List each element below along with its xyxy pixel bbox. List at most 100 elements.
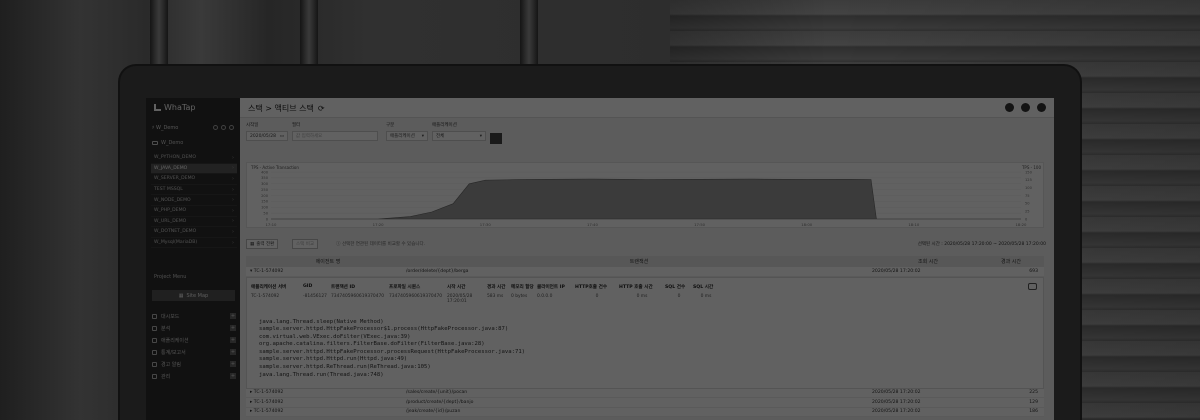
url-cell: /jeak/create/{id}/puzan bbox=[406, 409, 461, 415]
date-input[interactable]: 2020/05/28 ▭ bbox=[246, 131, 288, 141]
chevron-right-icon: › bbox=[232, 207, 234, 214]
x-tick-label: 17:10 bbox=[266, 222, 278, 227]
chevron-right-icon: › bbox=[232, 186, 234, 193]
date-label: 시작일 bbox=[246, 123, 259, 128]
y-tick-label: 250 bbox=[261, 188, 269, 192]
compare-label: 스택 비교 bbox=[296, 242, 314, 247]
y-tick-label: 0 bbox=[266, 217, 269, 221]
tps-chart[interactable]: TPS - Active Transaction TPS - 100 400 35… bbox=[246, 162, 1044, 228]
time-filter: 필터 값 입력하세요 bbox=[292, 122, 378, 141]
compare-button[interactable]: 스택 비교 bbox=[292, 239, 318, 249]
menu-item-statistics[interactable]: 통계/보고서 + bbox=[152, 346, 236, 358]
y2-tick-label: 150 bbox=[1025, 170, 1033, 174]
app-item[interactable]: W_NODE_DEMO › bbox=[151, 195, 237, 206]
menu-item-analysis[interactable]: 분석 + bbox=[152, 322, 236, 334]
analysis-icon bbox=[152, 325, 157, 331]
url-cell: /order/delete/{dept}/berga bbox=[406, 268, 469, 274]
curtain-fold bbox=[300, 0, 318, 70]
alert-icon bbox=[152, 361, 157, 367]
detail-value: 2020/05/28 17:20:01 bbox=[447, 293, 473, 304]
brand-name: WhaTap bbox=[164, 103, 196, 112]
table-row[interactable]: ▸ TC-1-574092 /jeak/create/{id}/puzan 20… bbox=[246, 407, 1044, 417]
app-filter-label: 애플리케이션 bbox=[432, 123, 457, 128]
expand-icon[interactable]: + bbox=[230, 361, 236, 367]
settings-icon[interactable] bbox=[229, 125, 234, 130]
type-filter: 구분 애플리케이션 ▾ bbox=[386, 122, 428, 141]
filter-bar: 시작일 2020/05/28 ▭ 필터 값 입력하세요 구분 애플리케이션 ▾ 애플… bbox=[246, 122, 1046, 148]
application-icon bbox=[152, 337, 157, 343]
app-item[interactable]: W_PHP_DEMO › bbox=[151, 206, 237, 217]
detail-header: HTTP 호출 시간 bbox=[619, 284, 653, 290]
refresh-icon[interactable]: ⟳ bbox=[318, 104, 325, 113]
time-placeholder: 값 입력하세요 bbox=[296, 134, 323, 139]
menu-item-management[interactable]: 관리 + bbox=[152, 370, 236, 382]
stack-trace: java.lang.Thread.sleep(Native Method) sam… bbox=[259, 319, 525, 380]
expand-icon[interactable]: + bbox=[230, 325, 236, 331]
type-value: 애플리케이션 bbox=[390, 134, 415, 139]
bell-icon[interactable] bbox=[1005, 103, 1014, 112]
logo[interactable]: WhaTap bbox=[154, 103, 195, 112]
app-item[interactable]: W_Mysql(MariaDB) › bbox=[151, 238, 237, 249]
y2-tick-label: 75 bbox=[1025, 194, 1030, 198]
column-header[interactable]: 트랜잭션 bbox=[406, 258, 872, 265]
stack-line: com.virtual.web.VExec.doFilter(VExec.jav… bbox=[259, 333, 411, 340]
expand-icon[interactable]: + bbox=[230, 349, 236, 355]
menu-item-alerts[interactable]: 경고 알림 + bbox=[152, 358, 236, 370]
x-tick-label: 18:10 bbox=[908, 222, 920, 227]
sitemap-button[interactable]: ▦ Site Map bbox=[152, 290, 235, 301]
user-icon[interactable] bbox=[1037, 103, 1046, 112]
chevron-right-icon: › bbox=[232, 218, 234, 225]
agent-cell: TC-1-574092 bbox=[253, 390, 284, 396]
column-header[interactable]: 경과 시간 bbox=[984, 258, 1044, 265]
app-item[interactable]: W_PYTHON_DEMO › bbox=[151, 153, 237, 164]
search-button[interactable] bbox=[490, 133, 502, 144]
project-folder[interactable]: W_Demo bbox=[152, 138, 236, 147]
expand-icon[interactable]: + bbox=[230, 373, 236, 379]
menu-label: 대시보드 bbox=[161, 313, 180, 320]
app-select[interactable]: 전체 ▾ bbox=[432, 131, 486, 141]
x-tick-label: 17:40 bbox=[587, 222, 599, 227]
date-filter: 시작일 2020/05/28 ▭ bbox=[246, 122, 288, 141]
menu-item-dashboard[interactable]: 대시보드 + bbox=[152, 310, 236, 322]
chevron-right-icon: › bbox=[232, 165, 234, 172]
project-selector-label: ♯ W_Demo bbox=[152, 124, 179, 131]
app-item[interactable]: W_SERVER_DEMO › bbox=[151, 174, 237, 185]
notice-label: 선택한 연관된 데이터를 비교할 수 있습니다. bbox=[341, 242, 426, 247]
app-item[interactable]: W_JAVA_DEMO › bbox=[151, 163, 237, 175]
app-item[interactable]: W_URL_DEMO › bbox=[151, 217, 237, 228]
topbar: 스택 > 액티브 스택 ⟳ bbox=[240, 98, 1054, 118]
app-item[interactable]: TEST MSSQL › bbox=[151, 185, 237, 196]
group-toggle-button[interactable]: ▦ 출력 전환 bbox=[246, 239, 279, 249]
search-icon[interactable] bbox=[213, 125, 218, 130]
elapsed-cell: 186 bbox=[1029, 409, 1038, 415]
chevron-right-icon: › bbox=[232, 197, 234, 204]
stack-line: java.lang.Thread.run(Thread.java:748) bbox=[259, 371, 384, 378]
agent-cell: TC-1-574092 bbox=[253, 268, 284, 274]
page-title: 스택 > 액티브 스택 ⟳ bbox=[248, 103, 325, 114]
table-row-expanded[interactable]: ▾ TC-1-574092 /order/delete/{dept}/berga… bbox=[246, 267, 1044, 277]
detail-value: 7347405960619370470 bbox=[331, 293, 385, 299]
detail-value: 0 bytes bbox=[511, 293, 528, 299]
time-input[interactable]: 값 입력하세요 bbox=[292, 131, 378, 141]
camera-icon[interactable] bbox=[1028, 282, 1037, 290]
filter-icon[interactable] bbox=[221, 125, 226, 130]
table-row[interactable]: ▸ TC-1-574092 /product/create/{dept}/ban… bbox=[246, 398, 1044, 408]
column-header[interactable]: 조회 시간 bbox=[872, 258, 984, 265]
project-selector[interactable]: ♯ W_Demo bbox=[152, 123, 234, 132]
detail-header: GID bbox=[303, 283, 313, 289]
table-row[interactable]: ▸ TC-1-574092 /sales/create/{unit}/pocan… bbox=[246, 388, 1044, 398]
y-tick-label: 100 bbox=[261, 206, 269, 210]
type-select[interactable]: 애플리케이션 ▾ bbox=[386, 131, 428, 141]
app-item[interactable]: W_DOTNET_DEMO › bbox=[151, 227, 237, 238]
chevron-right-icon: › bbox=[232, 154, 234, 161]
y-tick-label: 400 bbox=[261, 170, 269, 174]
y2-tick-label: 100 bbox=[1025, 186, 1033, 190]
menu-label: 관리 bbox=[161, 373, 171, 380]
menu-item-application[interactable]: 애플리케이션 + bbox=[152, 334, 236, 346]
expand-icon[interactable]: + bbox=[230, 313, 236, 319]
chat-icon[interactable] bbox=[1021, 103, 1030, 112]
column-header[interactable]: 에이전트 명 bbox=[246, 258, 406, 265]
detail-header: 메모리 할당 bbox=[511, 284, 534, 290]
expand-icon[interactable]: + bbox=[230, 337, 236, 343]
y2-tick-label: 125 bbox=[1025, 178, 1032, 182]
